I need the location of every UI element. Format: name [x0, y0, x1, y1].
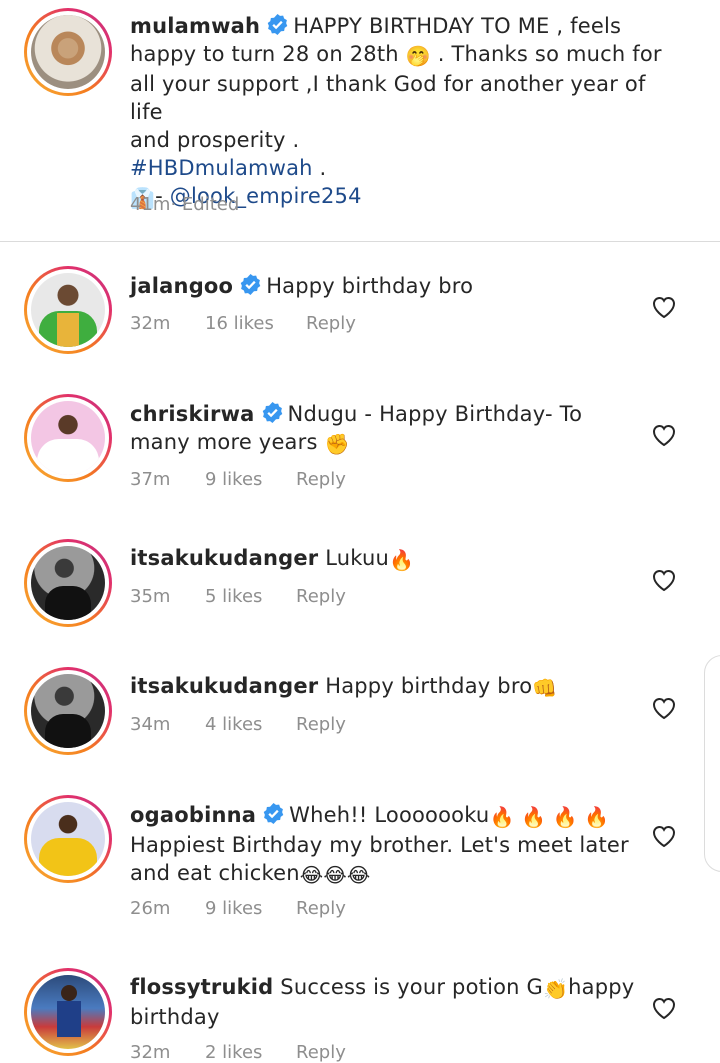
comment-text: Success is your potion G	[280, 975, 544, 999]
clapping-emoji-icon: 👏	[543, 977, 569, 1001]
hashtag-link[interactable]: #HBDmulamwah	[130, 156, 313, 180]
comment-username[interactable]: itsakukudanger	[130, 674, 318, 698]
laughing-emoji-icon: 😂😂😂	[299, 863, 371, 887]
verified-badge-icon	[263, 802, 284, 825]
heart-icon[interactable]	[651, 824, 677, 848]
reply-button[interactable]: Reply	[296, 1042, 346, 1063]
heart-icon[interactable]	[651, 568, 677, 592]
comment-time: 34m	[130, 714, 171, 735]
caption-meta: 41m · Edited	[130, 194, 239, 215]
fire-emoji-icon: 🔥	[389, 548, 415, 572]
verified-badge-icon	[262, 401, 282, 424]
avatar[interactable]	[24, 394, 112, 482]
comment-username[interactable]: itsakukudanger	[130, 546, 318, 570]
heart-icon[interactable]	[651, 423, 677, 447]
comment-username[interactable]: jalangoo	[130, 274, 233, 298]
avatar[interactable]	[24, 667, 112, 755]
likes-count[interactable]: 5 likes	[205, 586, 262, 607]
fist-bump-emoji-icon: 👊	[532, 676, 558, 700]
comment-time: 32m	[130, 1042, 171, 1063]
comment-time: 37m	[130, 469, 171, 490]
hush-emoji-icon: 🤭	[405, 44, 431, 68]
avatar[interactable]	[24, 539, 112, 627]
avatar[interactable]	[24, 266, 112, 354]
likes-count[interactable]: 4 likes	[205, 714, 262, 735]
reply-button[interactable]: Reply	[296, 714, 346, 735]
likes-count[interactable]: 2 likes	[205, 1042, 262, 1063]
edited-label: · Edited	[170, 194, 240, 215]
comment-text: Lukuu	[325, 546, 389, 570]
reply-button[interactable]: Reply	[296, 469, 346, 490]
scroll-handle[interactable]	[704, 655, 720, 872]
avatar[interactable]	[24, 968, 112, 1056]
verified-badge-icon	[267, 13, 288, 36]
reply-button[interactable]: Reply	[296, 586, 346, 607]
caption-time: 41m	[130, 194, 171, 215]
comment-username[interactable]: ogaobinna	[130, 803, 256, 827]
avatar[interactable]	[24, 8, 112, 96]
verified-badge-icon	[240, 273, 261, 296]
heart-icon[interactable]	[651, 696, 677, 720]
comment-text: Happy birthday bro	[266, 274, 474, 298]
likes-count[interactable]: 9 likes	[205, 898, 262, 919]
comment-username[interactable]: flossytrukid	[130, 975, 273, 999]
comment-text: Ndugu - Happy Birthday- To	[287, 402, 583, 426]
comment-time: 26m	[130, 898, 171, 919]
reply-button[interactable]: Reply	[306, 313, 356, 334]
caption-username[interactable]: mulamwah	[130, 14, 260, 38]
comment-time: 35m	[130, 586, 171, 607]
reply-button[interactable]: Reply	[296, 898, 346, 919]
likes-count[interactable]: 16 likes	[205, 313, 274, 334]
comment-text: Happy birthday bro	[325, 674, 533, 698]
comment-text: Wheh!! Looooooku	[289, 803, 490, 827]
caption-text: mulamwah HAPPY BIRTHDAY TO ME , feels hap…	[130, 13, 662, 210]
likes-count[interactable]: 9 likes	[205, 469, 262, 490]
fire-emoji-icon: 🔥 🔥 🔥 🔥	[489, 805, 610, 829]
avatar[interactable]	[24, 795, 112, 883]
raised-fist-emoji-icon: ✊	[324, 432, 350, 456]
post-caption: mulamwah HAPPY BIRTHDAY TO ME , feels hap…	[0, 0, 720, 242]
heart-icon[interactable]	[651, 996, 677, 1020]
heart-icon[interactable]	[651, 295, 677, 319]
comment-time: 32m	[130, 313, 171, 334]
comment-username[interactable]: chriskirwa	[130, 402, 255, 426]
